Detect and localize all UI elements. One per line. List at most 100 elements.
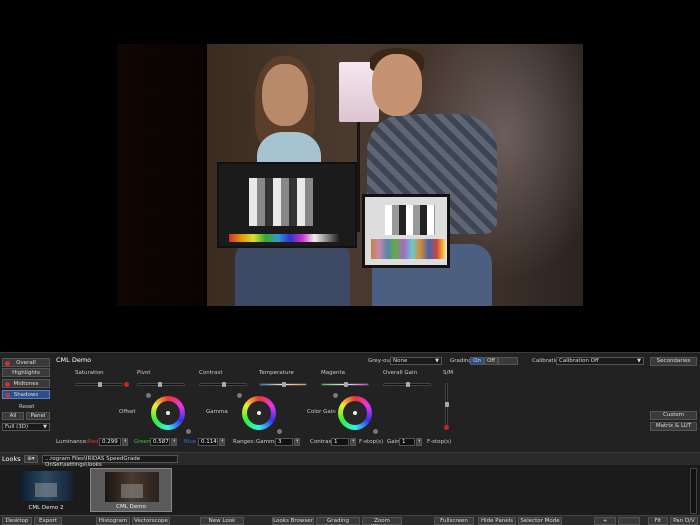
looks-scrollbar[interactable] [690,468,697,514]
green-stepper[interactable]: ⇡ [171,438,177,446]
fullscreen-button[interactable]: Fullscreen [434,517,474,525]
woman-face [262,64,308,126]
pan-button[interactable]: Pan O/V [670,517,698,525]
looks-path-field[interactable]: ...rogram Files\IRIDAS SpeedGrade OnSet\… [42,455,178,468]
reset-panel-button[interactable]: Panel [26,412,50,420]
zoom-out-button[interactable] [618,517,640,525]
look-thumbnail [19,471,73,501]
blue-label: Blue [184,439,197,445]
mode-select[interactable]: Full (3D) ▼ [2,423,50,431]
sm-slider[interactable] [445,383,449,427]
blue-stepper[interactable]: ⇡ [219,438,225,446]
highlights-button[interactable]: Highlights [2,368,50,377]
test-chart-right [362,194,450,268]
temperature-slider[interactable] [259,382,307,387]
zoom-window-button[interactable]: Zoom Window [362,517,402,525]
red-stepper[interactable]: ⇡ [122,438,128,446]
magenta-label: Magenta [321,370,346,376]
gamma-range-stepper[interactable]: ⇡ [294,438,300,446]
grading-label: Grading [450,358,472,364]
look-thumbnail [105,472,159,502]
magenta-slider[interactable] [321,382,369,387]
look-item[interactable]: CML Demo [90,468,172,512]
green-field[interactable]: 0.587 [150,438,170,446]
chevron-down-icon: ▼ [637,358,641,364]
reset-all-button[interactable]: All [2,412,24,420]
look-item[interactable]: CML Demo 2 [5,468,87,512]
offset-color-wheel[interactable] [146,393,191,434]
shadows-button[interactable]: Shadows [2,390,50,399]
export-button[interactable]: Export [34,517,62,525]
ranges-label: Ranges: [233,439,256,445]
chevron-down-icon: ▼ [435,358,439,364]
overall-button[interactable]: Overall [2,358,50,367]
matrix-lut-button[interactable]: Matrix & LUT [650,422,697,431]
blue-field[interactable]: 0.114 [198,438,218,446]
contrast-range-stepper[interactable]: ⇡ [350,438,356,446]
chart-grayscale [385,205,435,235]
contrast-range-label: Contrast [310,439,334,445]
contrast-slider[interactable] [199,382,247,387]
saturation-slider[interactable] [75,382,129,387]
reset-label: Reset [19,404,35,410]
woman-jeans [235,239,350,306]
fit-button[interactable]: Fit [648,517,668,525]
gamma-label: Gamma [206,409,228,415]
record-dot-icon [5,360,10,366]
bottom-toolbar: Desktop Export Histogram Vectorscope New… [0,515,700,525]
image-viewer[interactable] [0,0,700,352]
contrast-range-field[interactable]: 1 [331,438,349,446]
look-item-name: CML Demo 2 [28,505,64,511]
histogram-button[interactable]: Histogram [96,517,130,525]
chevron-down-icon: ▼ [43,424,47,430]
look-name: CML Demo [56,356,92,364]
red-field[interactable]: 0.299 [99,438,121,446]
secondaries-button[interactable]: Secondaries [650,357,697,366]
video-frame[interactable] [117,44,583,306]
pivot-label: Pivot [137,370,151,376]
gain-range-label: Gain [387,439,400,445]
desktop-button[interactable]: Desktop [2,517,32,525]
hide-panels-button[interactable]: Hide Panels [478,517,516,525]
selector-mode-button[interactable]: Selector Mode [518,517,562,525]
pivot-slider[interactable] [137,382,185,387]
sm-label: S/M [443,370,454,376]
looks-header: Looks ⊕▾ ...rogram Files\IRIDAS SpeedGra… [0,453,700,468]
look-item-name: CML Demo [116,504,146,510]
green-label: Green [134,439,151,445]
grey-out-select[interactable]: None ▼ [390,357,442,365]
chart-swatches [371,239,445,259]
gain-range-stepper[interactable]: ⇡ [416,438,422,446]
vectorscope-button[interactable]: Vectorscope [132,517,170,525]
chart-grayscale [249,178,313,226]
gamma-color-wheel[interactable] [237,393,282,434]
brick-wall [117,44,207,306]
test-chart-left [217,162,357,248]
color-gain-wheel[interactable] [333,393,378,434]
midtones-button[interactable]: Midtones [2,379,50,388]
record-dot-icon [5,392,10,398]
zoom-in-button[interactable]: + [594,517,616,525]
overall-gain-slider[interactable] [383,382,431,387]
new-look-button[interactable]: New Look [200,517,244,525]
contrast-label: Contrast [199,370,223,376]
grading-interface-button[interactable]: Grading Interface [316,517,360,525]
looks-label: Looks [2,455,21,463]
overall-gain-label: Overall Gain [383,370,418,376]
looks-browser-button[interactable]: Looks Browser [272,517,314,525]
grading-on-button[interactable]: On [470,357,484,365]
looks-menu-button[interactable]: ⊕▾ [24,455,38,463]
calibration-select[interactable]: Calibration Off ▼ [556,357,644,365]
luminance-label: Luminance: [56,439,88,445]
grading-panel: Overall Highlights Midtones Shadows Rese… [0,352,700,452]
gamma-range-field[interactable]: 3 [275,438,293,446]
sm-reset-icon[interactable] [444,425,449,430]
temperature-label: Temperature [259,370,294,376]
grading-ab-button[interactable] [498,357,518,365]
custom-button[interactable]: Custom [650,411,697,420]
gain-range-field[interactable]: 1 [399,438,415,446]
fstop-label-2: F-stop(s) [427,439,452,445]
record-dot-icon [5,381,10,387]
grading-off-button[interactable]: Off [484,357,498,365]
color-gain-label: Color Gain [307,409,336,415]
